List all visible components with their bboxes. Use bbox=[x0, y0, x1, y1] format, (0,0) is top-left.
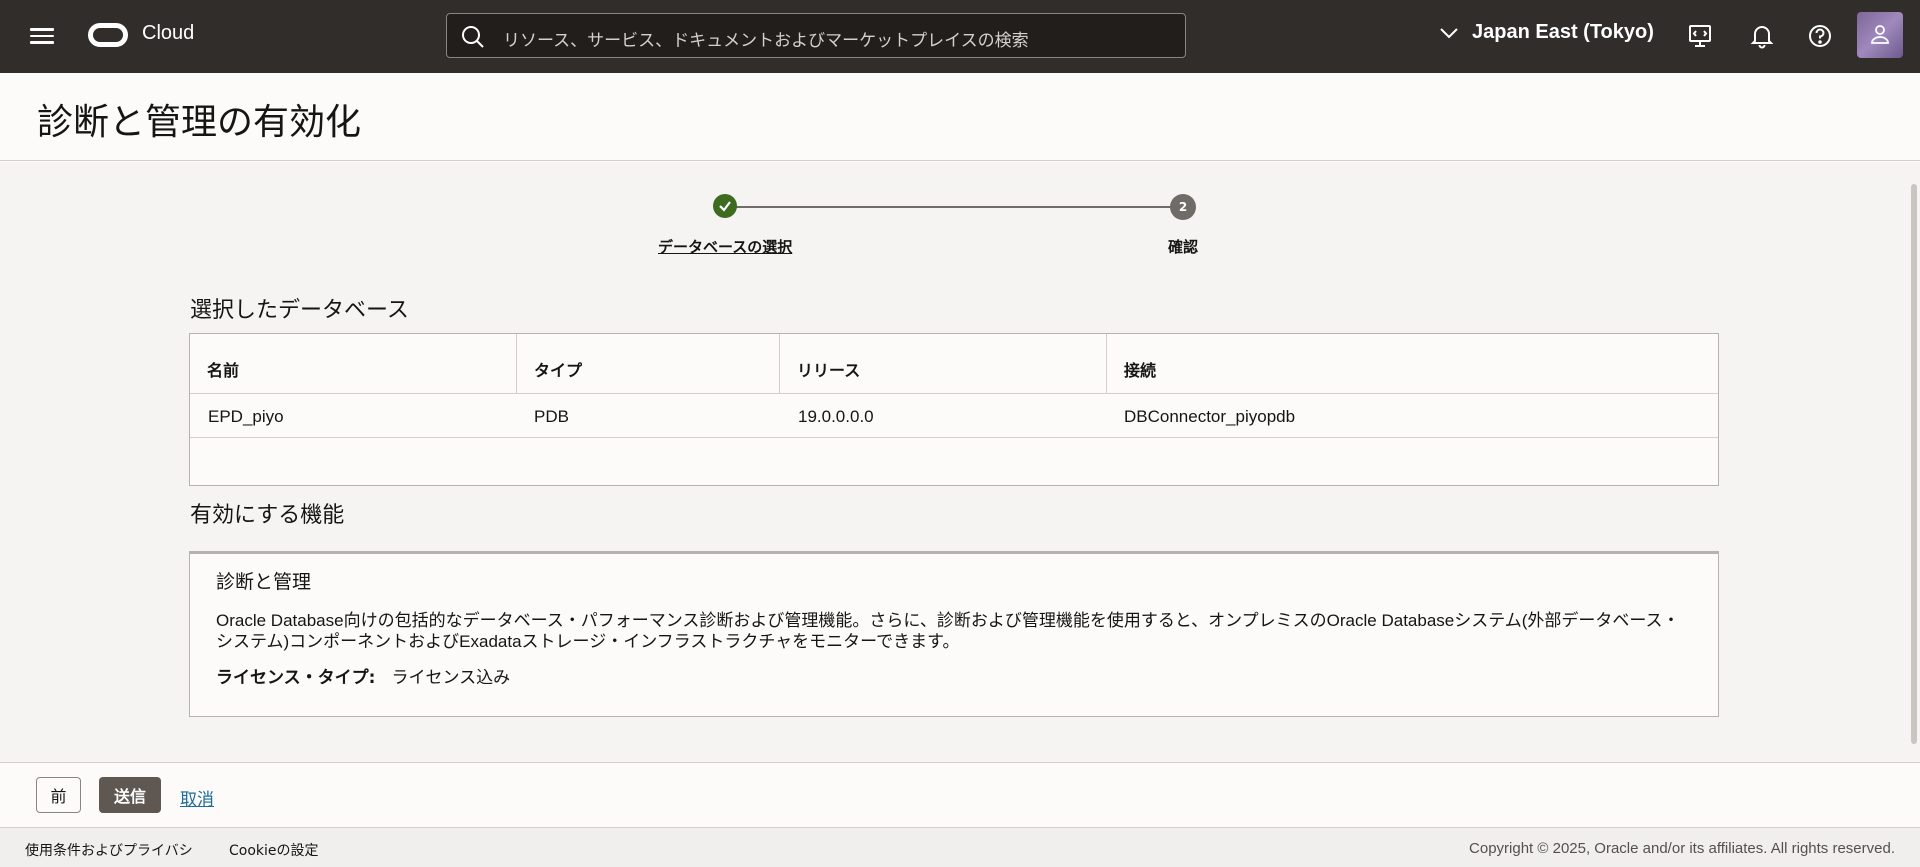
search-placeholder: リソース、サービス、ドキュメントおよびマーケットプレイスの検索 bbox=[503, 31, 1029, 51]
chevron-down-icon bbox=[1440, 27, 1458, 38]
wizard-actions: 前 送信 取消 bbox=[0, 762, 1920, 827]
column-header-name: 名前 bbox=[190, 334, 517, 393]
cloud-shell-icon[interactable] bbox=[1686, 22, 1714, 50]
cell-type: PDB bbox=[534, 407, 569, 426]
feature-card-description: Oracle Database向けの包括的なデータベース・パフォーマンス診断およ… bbox=[216, 611, 1680, 651]
feature-card-title: 診断と管理 bbox=[216, 571, 312, 593]
feature-card: 診断と管理 Oracle Database向けの包括的なデータベース・パフォーマ… bbox=[189, 551, 1719, 717]
page-header: 診断と管理の有効化 bbox=[0, 73, 1920, 161]
step-2-label: 確認 bbox=[1167, 238, 1198, 256]
column-header-type: タイプ bbox=[517, 334, 780, 393]
region-selector[interactable]: Japan East (Tokyo) bbox=[1440, 21, 1654, 44]
selected-databases-heading: 選択したデータベース bbox=[190, 298, 409, 323]
top-navigation-bar: Cloud リソース、サービス、ドキュメントおよびマーケットプレイスの検索 Ja… bbox=[0, 0, 1920, 73]
help-icon[interactable] bbox=[1806, 22, 1834, 50]
submit-button[interactable]: 送信 bbox=[99, 777, 161, 813]
step-1-complete-indicator[interactable] bbox=[713, 194, 737, 218]
column-header-connection: 接続 bbox=[1124, 361, 1157, 380]
oracle-logo-icon[interactable] bbox=[88, 23, 128, 47]
license-type-label: ライセンス・タイプ: bbox=[216, 668, 376, 688]
search-icon bbox=[462, 26, 484, 48]
cell-release: 19.0.0.0.0 bbox=[798, 407, 874, 426]
page-footer: 使用条件およびプライバシ Cookieの設定 Copyright © 2025,… bbox=[0, 827, 1920, 867]
table-row: EPD_piyo PDB 19.0.0.0.0 DBConnector_piyo… bbox=[190, 394, 1718, 438]
cell-connection: DBConnector_piyopdb bbox=[1124, 407, 1296, 426]
cancel-link[interactable]: 取消 bbox=[180, 785, 214, 810]
avatar-icon[interactable] bbox=[1857, 12, 1903, 58]
page-title: 診断と管理の有効化 bbox=[37, 102, 362, 143]
step-1-label[interactable]: データベースの選択 bbox=[658, 236, 792, 257]
license-type-value: ライセンス込み bbox=[391, 668, 511, 688]
step-2-current-indicator: 2 bbox=[1170, 194, 1196, 220]
scrollbar[interactable] bbox=[1909, 162, 1920, 762]
selected-databases-table: 名前 タイプ リリース 接続 EPD_piyo PDB 19.0.0.0.0 D… bbox=[189, 333, 1719, 486]
bell-icon[interactable] bbox=[1748, 22, 1776, 50]
terms-privacy-link[interactable]: 使用条件およびプライバシ bbox=[25, 840, 193, 860]
license-type: ライセンス・タイプ: ライセンス込み bbox=[216, 663, 510, 688]
brand-label[interactable]: Cloud bbox=[142, 22, 194, 45]
search-input[interactable]: リソース、サービス、ドキュメントおよびマーケットプレイスの検索 bbox=[446, 13, 1186, 58]
table-header-row: 名前 タイプ リリース 接続 bbox=[190, 334, 1718, 394]
cell-name: EPD_piyo bbox=[208, 407, 284, 426]
scroll-thumb[interactable] bbox=[1911, 184, 1917, 744]
hamburger-menu-icon[interactable] bbox=[28, 24, 56, 48]
checkmark-icon bbox=[719, 201, 731, 212]
copyright-text: Copyright © 2025, Oracle and/or its affi… bbox=[1469, 840, 1895, 857]
stepper-connector bbox=[736, 206, 1184, 208]
previous-button[interactable]: 前 bbox=[36, 777, 81, 813]
features-heading: 有効にする機能 bbox=[190, 503, 345, 528]
cookie-settings-link[interactable]: Cookieの設定 bbox=[229, 840, 319, 860]
region-label: Japan East (Tokyo) bbox=[1472, 21, 1654, 43]
column-header-release: リリース bbox=[780, 334, 1107, 393]
